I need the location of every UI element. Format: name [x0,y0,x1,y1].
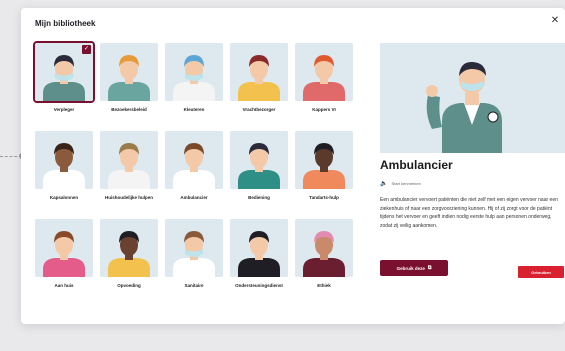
avatar-tile[interactable]: Opvoeding [100,219,158,289]
avatar-tile[interactable]: Huishoudelijke hulpen [100,131,158,201]
avatar-tile[interactable]: Bediening [230,131,288,201]
avatar-image [230,43,288,101]
avatar-tile[interactable]: Ondersteuningsdienst [230,219,288,289]
avatar-image [230,131,288,189]
avatar-image [165,219,223,277]
avatar-image: ✓ [33,41,95,103]
avatar-label: Kapsalonnen [49,195,79,200]
detail-title: Ambulancier [380,158,453,172]
avatar-label: Opvoeding [117,283,141,288]
avatar-image [35,219,93,277]
library-modal: Mijn bibliotheek ✕ ✓ Verpleger Bezoekersb… [21,8,565,324]
avatar-label: Huishoudelijke hulpen [104,195,153,200]
avatar-tile[interactable]: Aan huis [35,219,93,289]
speaker-icon[interactable]: 🔈 [380,180,387,187]
avatar-image [230,219,288,277]
avatar-label: Bezoekersbeleid [111,107,147,112]
avatar-tile[interactable]: ✓ Verpleger [33,41,95,113]
avatar-label: Ethiek [317,283,331,288]
avatar-tile[interactable]: Kleuteren [165,43,223,113]
avatar-image [35,131,93,189]
detail-subtitle: Start kenmerken [391,181,421,186]
avatar-label: Verpleger [53,107,75,112]
avatar-tile[interactable]: Vrachtbezorger [230,43,288,113]
avatar-label: Bediening [248,195,270,200]
avatar-label: Sanitaire [184,283,204,288]
external-link-icon: ⧉ [427,265,432,271]
avatar-image [165,43,223,101]
close-icon[interactable]: ✕ [549,15,561,27]
side-tag[interactable]: Gebruiken [518,266,564,278]
avatar-tile[interactable]: Bezoekersbeleid [100,43,158,113]
avatar-label: Aan huis [54,283,74,288]
avatar-image [100,43,158,101]
avatar-tile[interactable]: Kappers VI [295,43,353,113]
avatar-tile[interactable]: Ambulancier [165,131,223,201]
avatar-label: Kappers VI [312,107,336,112]
avatar-image [100,219,158,277]
preview-image [380,43,565,153]
detail-subtitle-row: 🔈 Start kenmerken [380,180,421,187]
avatar-label: Vrachtbezorger [242,107,276,112]
detail-description: Een ambulancier vervoert patiënten die n… [380,197,558,229]
avatar-tile[interactable]: Sanitaire [165,219,223,289]
check-icon: ✓ [82,45,91,54]
use-button[interactable]: Gebruik deze ⧉ [380,260,448,276]
avatar-label: Ondersteuningsdienst [235,283,283,288]
avatar-tile[interactable]: Ethiek [295,219,353,289]
ambulancier-illustration [380,43,565,153]
modal-title: Mijn bibliotheek [35,19,96,28]
avatar-tile[interactable]: Tandarts-hulp [295,131,353,201]
avatar-tile[interactable]: Kapsalonnen [35,131,93,201]
avatar-image [295,219,353,277]
avatar-image [165,131,223,189]
avatar-image [295,131,353,189]
use-button-label: Gebruik deze [396,265,425,271]
avatar-label: Tandarts-hulp [309,195,339,200]
avatar-image [100,131,158,189]
avatar-image [295,43,353,101]
avatar-label: Ambulancier [180,195,208,200]
avatar-label: Kleuteren [183,107,205,112]
